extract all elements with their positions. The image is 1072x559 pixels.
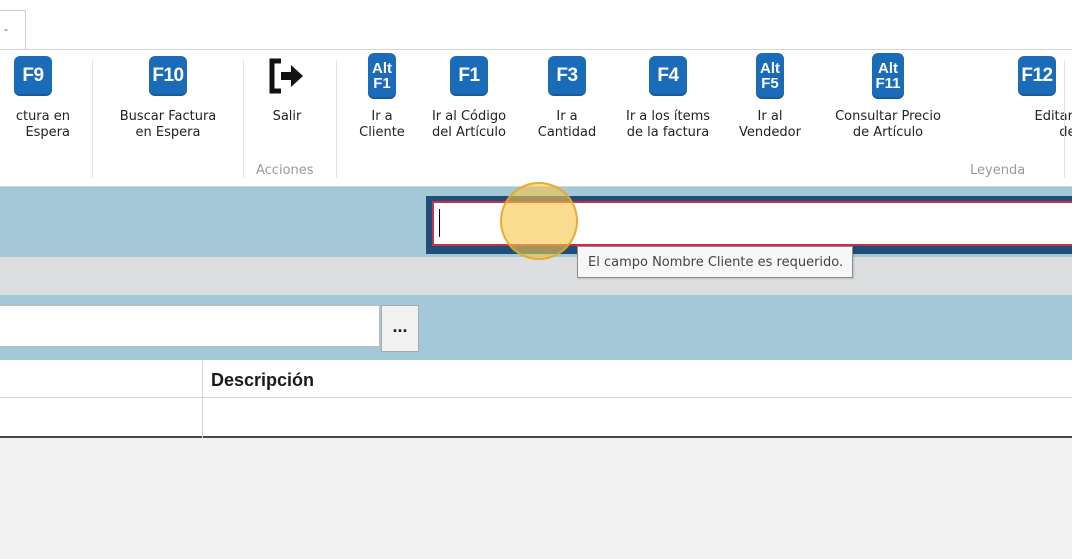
group-separator — [243, 60, 244, 178]
f1-go-to-article-code-button[interactable]: F1 Ir al Código del Artículo — [418, 56, 520, 141]
column-divider[interactable] — [202, 360, 203, 398]
alt-f11-check-article-price-button[interactable]: Alt F11 Consultar Precio de Artículo — [816, 53, 960, 141]
tab-strip: - — [0, 0, 1072, 50]
items-empty-area — [0, 440, 1072, 559]
group-separator — [92, 60, 93, 178]
f10-button-label: Buscar Factura en Espera — [119, 109, 217, 140]
alt-f5-key-icon: Alt F5 — [756, 53, 784, 99]
f10-search-held-invoice-button[interactable]: F10 Buscar Factura en Espera — [105, 56, 231, 141]
alt-f1-go-to-customer-button[interactable]: Alt F1 Ir a Cliente — [352, 53, 412, 141]
separator-band — [0, 257, 1072, 295]
group-separator — [1064, 60, 1065, 178]
column-header-description[interactable]: Descripción — [211, 370, 314, 391]
alt-f1-button-label: Ir a Cliente — [359, 109, 405, 140]
f1-key-icon: F1 — [450, 56, 488, 96]
f12-edit-article-description-button[interactable]: F12 Editar Descri de Artícu — [968, 56, 1072, 141]
f3-button-label: Ir a Cantidad — [537, 109, 597, 140]
f9-button-label: ctura en Espera — [15, 109, 70, 140]
cursor-highlight — [500, 182, 578, 260]
text-caret — [439, 209, 440, 237]
f10-key-icon: F10 — [149, 56, 187, 96]
table-row[interactable] — [0, 398, 1072, 438]
group-label-acciones: Acciones — [256, 163, 314, 178]
exit-button[interactable]: Salir — [262, 56, 312, 125]
alt-f5-button-label: Ir al Vendedor — [739, 109, 801, 140]
exit-button-label: Salir — [272, 109, 302, 124]
column-divider — [202, 398, 203, 438]
f3-go-to-quantity-button[interactable]: F3 Ir a Cantidad — [528, 56, 606, 141]
f4-go-to-invoice-items-button[interactable]: F4 Ir a los ítems de la factura — [612, 56, 724, 141]
document-tab[interactable]: - — [0, 10, 26, 50]
group-separator — [336, 60, 337, 178]
f1-button-label: Ir al Código del Artículo — [431, 109, 507, 140]
exit-arrow-icon — [267, 56, 307, 96]
f12-button-label: Editar Descri de Artícu — [1034, 109, 1072, 140]
browse-article-button[interactable]: ... — [381, 305, 419, 352]
f9-key-icon: F9 — [14, 56, 52, 96]
validation-tooltip: El campo Nombre Cliente es requerido. — [577, 246, 854, 278]
article-code-input[interactable] — [0, 305, 380, 347]
f3-key-icon: F3 — [548, 56, 586, 96]
f4-key-icon: F4 — [649, 56, 687, 96]
ribbon-toolbar: F9 ctura en Espera F10 Buscar Factura en… — [0, 50, 1072, 187]
alt-f11-button-label: Consultar Precio de Artículo — [835, 109, 941, 140]
alt-f5-go-to-seller-button[interactable]: Alt F5 Ir al Vendedor — [728, 53, 812, 141]
f12-key-icon: F12 — [1018, 56, 1056, 96]
group-label-leyenda: Leyenda — [970, 163, 1026, 178]
tab-label: - — [4, 23, 8, 36]
f4-button-label: Ir a los ítems de la factura — [625, 109, 711, 140]
f9-hold-invoice-button[interactable]: F9 ctura en Espera — [0, 56, 70, 141]
items-table-header — [0, 360, 1072, 398]
alt-f11-key-icon: Alt F11 — [872, 53, 904, 99]
alt-f1-key-icon: Alt F1 — [368, 53, 396, 99]
